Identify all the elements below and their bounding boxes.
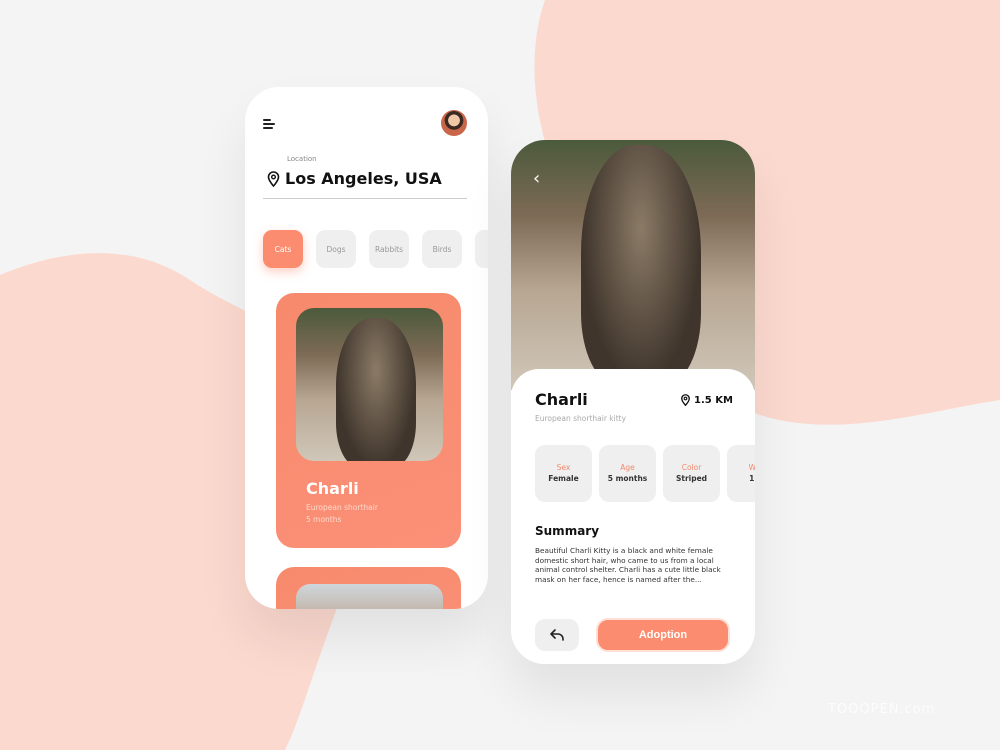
reply-arrow-icon — [550, 629, 564, 641]
attribute-label: Sex — [556, 463, 571, 472]
distance: 1.5 KM — [681, 394, 733, 406]
share-button[interactable] — [535, 619, 579, 651]
pet-card[interactable] — [276, 567, 461, 609]
tab-rabbits[interactable]: Rabbits — [369, 230, 409, 268]
summary-heading: Summary — [535, 524, 600, 538]
location-pin-icon — [267, 170, 280, 187]
category-tabs: Cats Dogs Rabbits Birds O — [263, 230, 488, 268]
attribute-value: Female — [548, 474, 579, 483]
tab-birds[interactable]: Birds — [422, 230, 462, 268]
pet-photo — [296, 584, 443, 609]
avatar[interactable] — [441, 110, 467, 136]
tab-dogs[interactable]: Dogs — [316, 230, 356, 268]
location-pin-icon — [681, 394, 690, 406]
attribute-color: Color Striped — [663, 445, 720, 502]
pet-breed: European shorthair kitty — [535, 414, 627, 423]
location-value: Los Angeles, USA — [285, 169, 442, 188]
attribute-value: Striped — [675, 474, 708, 483]
attribute-label: Age — [620, 463, 635, 472]
divider — [263, 198, 467, 199]
attribute-weight: Wei 1 k — [727, 445, 755, 502]
attribute-age: Age 5 months — [599, 445, 656, 502]
pet-name: Charli — [306, 479, 359, 498]
pet-name: Charli — [535, 390, 588, 409]
tab-cats[interactable]: Cats — [263, 230, 303, 268]
back-chevron-icon[interactable]: ‹ — [533, 168, 540, 189]
location-label: Location — [287, 155, 317, 163]
attribute-value: 5 months — [607, 474, 648, 483]
pet-breed: European shorthair — [306, 503, 378, 512]
attribute-label: Wei — [748, 463, 755, 472]
tab-other[interactable]: O — [475, 230, 488, 268]
pet-hero-photo — [511, 140, 755, 390]
pet-list-screen: Location Los Angeles, USA Cats Dogs Rabb… — [245, 87, 488, 609]
attribute-value: 1 k — [749, 474, 755, 483]
pet-photo — [296, 308, 443, 461]
distance-value: 1.5 KM — [694, 394, 733, 406]
pet-age: 5 months — [306, 515, 342, 524]
pet-detail-screen: ‹ Charli 1.5 KM European shorthair kitty… — [511, 140, 755, 664]
adoption-button[interactable]: Adoption — [596, 618, 730, 652]
attribute-sex: Sex Female — [535, 445, 592, 502]
pet-card[interactable]: Charli European shorthair 5 months — [276, 293, 461, 548]
background-blob — [0, 0, 1000, 750]
location-selector[interactable]: Los Angeles, USA — [267, 169, 442, 188]
attribute-label: Color — [681, 463, 702, 472]
attribute-list: Sex Female Age 5 months Color Striped Wei 1 … — [535, 445, 755, 502]
detail-sheet: Charli 1.5 KM European shorthair kitty S… — [511, 369, 755, 664]
hamburger-icon[interactable] — [263, 117, 275, 131]
summary-text: Beautiful Charli Kitty is a black and wh… — [535, 546, 721, 585]
watermark: TOOOPEN.com — [828, 702, 936, 717]
